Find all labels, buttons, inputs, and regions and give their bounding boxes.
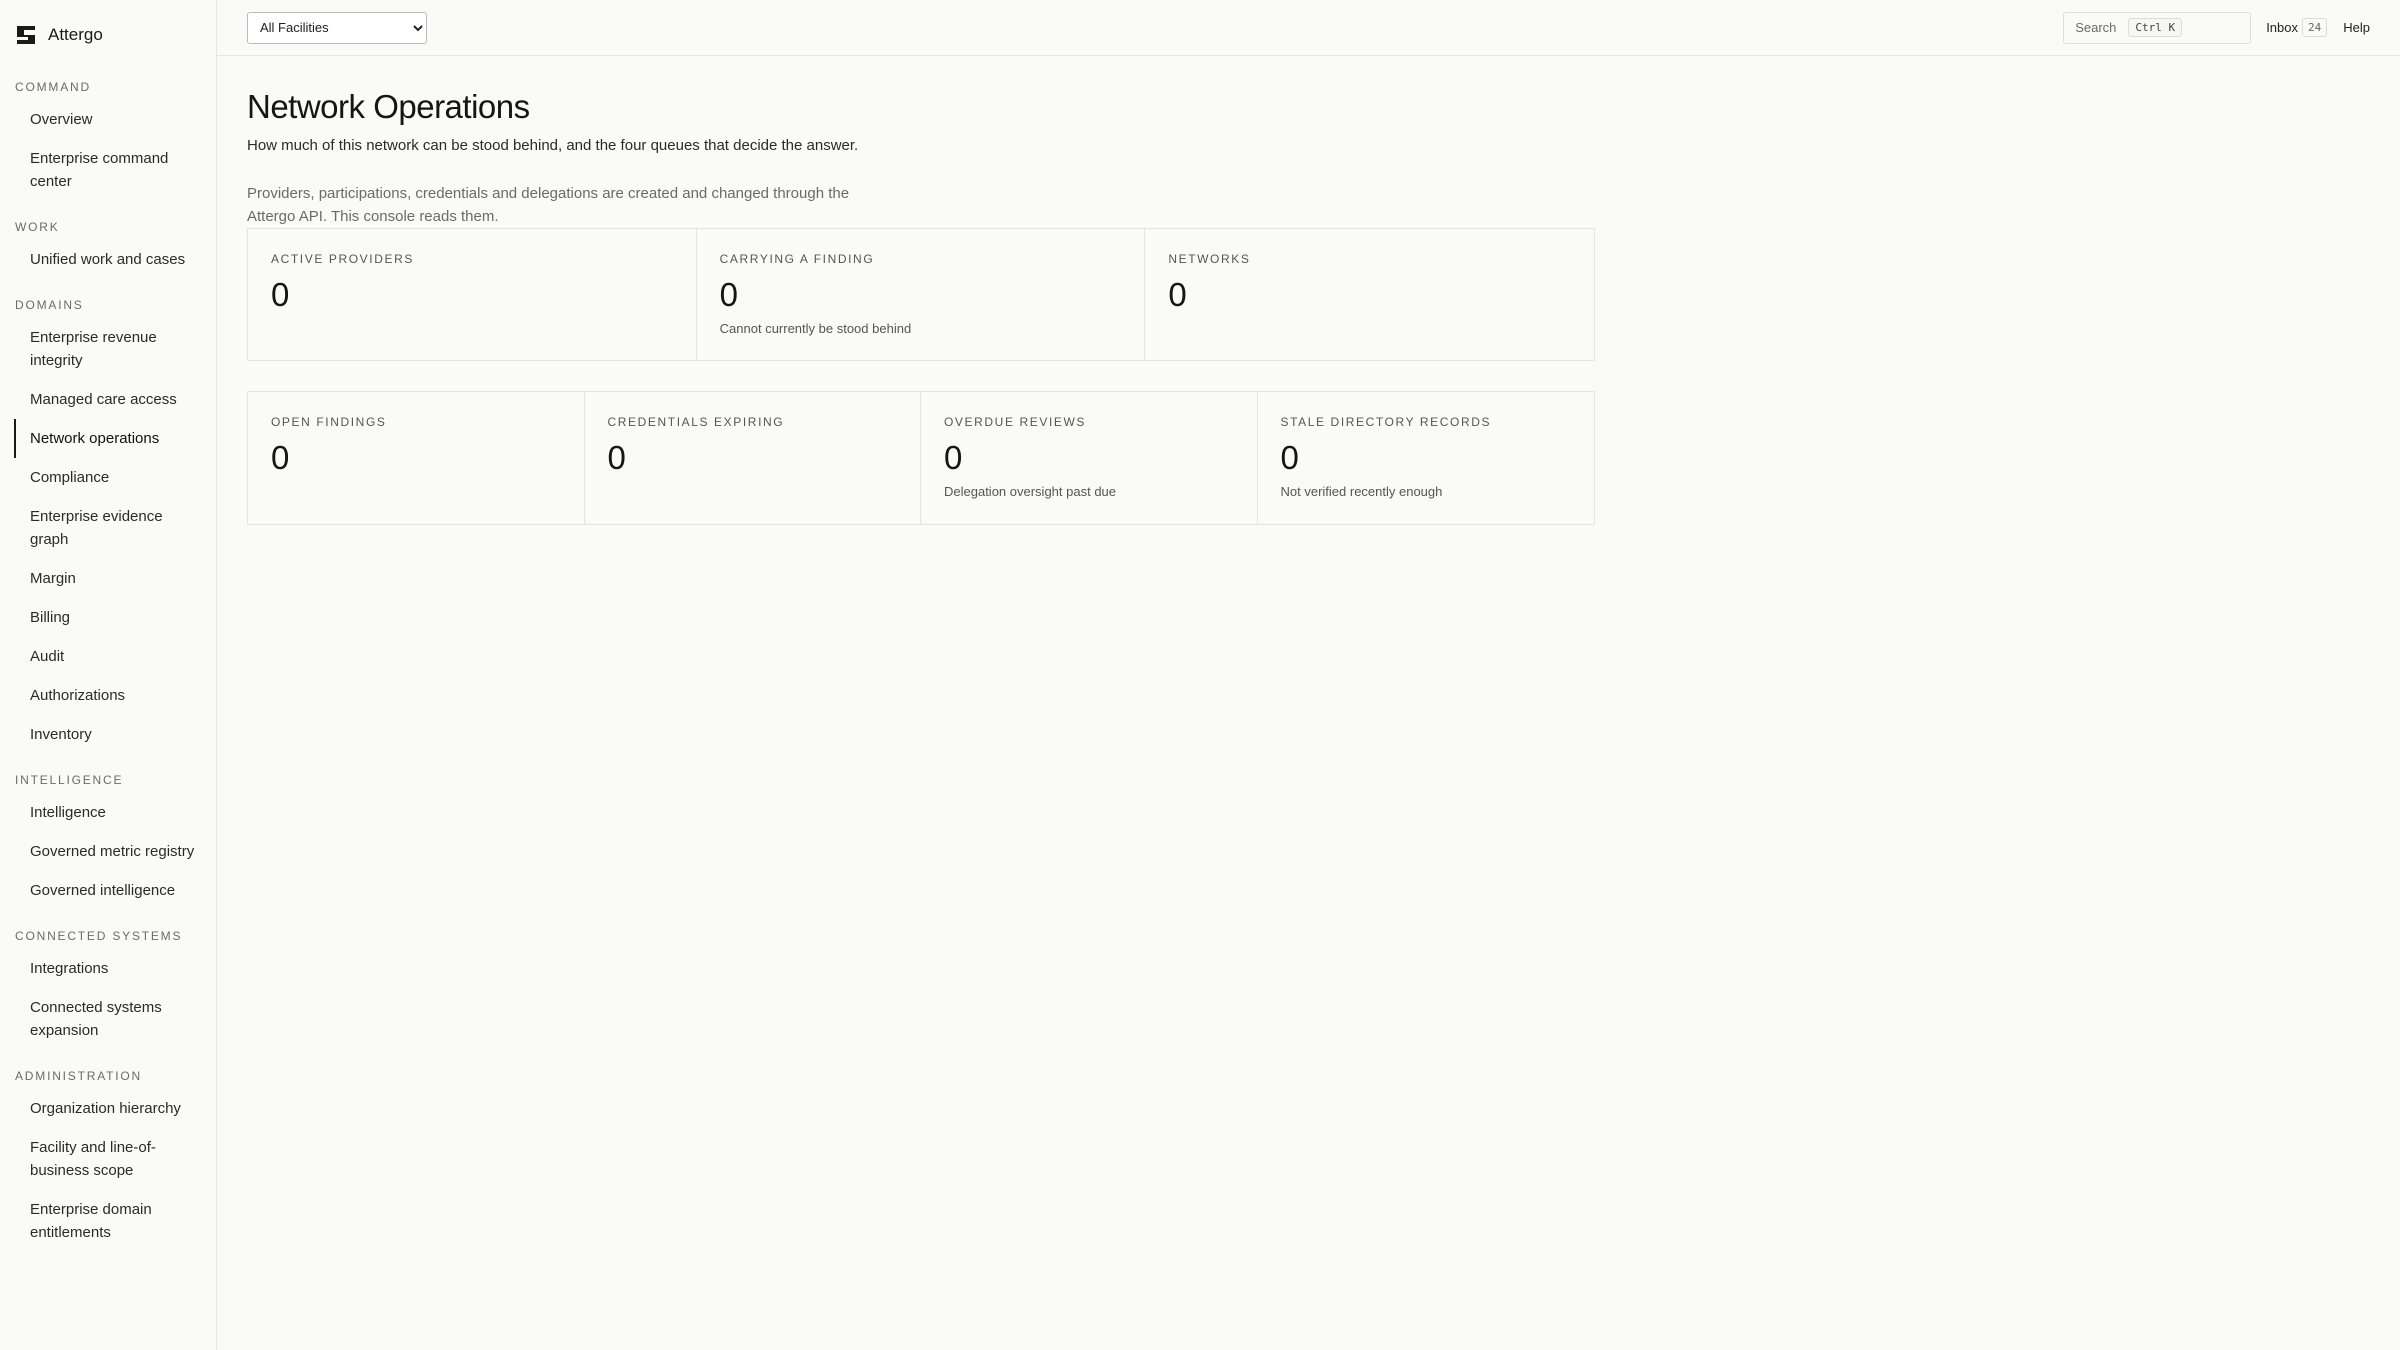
sidebar-item-connected-systems-expansion[interactable]: Connected systems expansion [14,988,216,1050]
sidebar-section-command: COMMAND [15,80,91,94]
queue-stats: OPEN FINDINGS 0 CREDENTIALS EXPIRING 0 OVERD… [247,391,1595,525]
sidebar-nav: COMMAND Overview Enterprise command center… [14,70,216,1252]
sidebar-group-work: Unified work and cases [14,240,216,279]
topbar: All Facilities Search Ctrl K Inbox 24 He… [217,0,2400,56]
sidebar-item-unified-work-and-cases[interactable]: Unified work and cases [14,240,216,279]
api-note: Providers, participations, credentials a… [247,185,850,225]
sidebar-item-enterprise-evidence-graph[interactable]: Enterprise evidence graph [14,497,216,559]
sidebar-item-margin[interactable]: Margin [14,559,216,598]
stat-label: NETWORKS [1168,252,1251,266]
stat-card-overdue-reviews: OVERDUE REVIEWS 0 Delegation oversight pas… [921,392,1258,524]
sidebar-item-governed-intelligence[interactable]: Governed intelligence [14,871,216,910]
sidebar-group-connected-systems: Integrations Connected systems expansion [14,949,216,1050]
sidebar-item-enterprise-domain-entitlements[interactable]: Enterprise domain entitlements [14,1190,216,1252]
attergo-logo-icon [17,26,35,44]
sidebar-item-authorizations[interactable]: Authorizations [14,676,216,715]
stat-description: Cannot currently be stood behind [719,321,912,336]
sidebar-item-organization-hierarchy[interactable]: Organization hierarchy [14,1089,216,1128]
sidebar-item-managed-care-access[interactable]: Managed care access [14,380,216,419]
search-input[interactable]: Search Ctrl K [2063,11,2252,44]
sidebar-group-domains: Enterprise revenue integrity Managed care… [14,318,216,754]
stat-card-active-providers: ACTIVE PROVIDERS 0 [248,229,697,360]
facility-select[interactable]: All Facilities [247,11,427,44]
sidebar-item-network-operations[interactable]: Network operations [14,419,216,458]
sidebar-section-domains: DOMAINS [15,298,84,312]
stat-description: Not verified recently enough [1280,484,1443,499]
stat-label: CARRYING A FINDING [719,252,875,266]
sidebar-item-compliance[interactable]: Compliance [14,458,216,497]
search-shortcut-badge: Ctrl K [2128,18,2183,37]
stat-card-carrying-a-finding: CARRYING A FINDING 0 Cannot currently be s… [697,229,1146,360]
app-root: Attergo COMMAND Overview Enterprise comman… [0,0,2400,1350]
stat-description: Delegation oversight past due [944,484,1117,499]
stat-value: 0 [271,439,290,476]
sidebar-item-audit[interactable]: Audit [14,637,216,676]
stat-value: 0 [271,276,290,313]
stat-value: 0 [944,439,963,476]
sidebar-item-enterprise-command-center[interactable]: Enterprise command center [14,139,216,201]
stat-label: OVERDUE REVIEWS [944,415,1087,429]
summary-stats: ACTIVE PROVIDERS 0 CARRYING A FINDING 0 Cann… [247,228,1595,361]
brand[interactable]: Attergo [14,0,216,70]
stat-label: STALE DIRECTORY RECORDS [1280,415,1492,429]
sidebar-section-intelligence: INTELLIGENCE [15,773,124,787]
inbox-button[interactable]: Inbox 24 [2266,18,2328,37]
sidebar-item-facility-and-line-of-business-scope[interactable]: Facility and line-of-business scope [14,1128,216,1190]
stat-label: CREDENTIALS EXPIRING [607,415,785,429]
search-label: Search [2075,20,2117,35]
sidebar-section-administration: ADMINISTRATION [15,1069,142,1083]
inbox-count-badge: 24 [2302,18,2328,37]
sidebar-item-governed-metric-registry[interactable]: Governed metric registry [14,832,216,871]
sidebar-section-connected-systems: CONNECTED SYSTEMS [15,929,183,943]
stat-label: ACTIVE PROVIDERS [271,252,414,266]
sidebar-item-inventory[interactable]: Inventory [14,715,216,754]
stat-value: 0 [607,439,626,476]
stat-card-stale-directory-records: STALE DIRECTORY RECORDS 0 Not verified rec… [1258,392,1595,524]
stat-card-credentials-expiring: CREDENTIALS EXPIRING 0 [585,392,921,524]
sidebar-item-integrations[interactable]: Integrations [14,949,216,988]
stat-value: 0 [1280,439,1299,476]
stat-value: 0 [1168,276,1187,313]
sidebar-group-intelligence: Intelligence Governed metric registry Gove… [14,793,216,910]
sidebar: Attergo COMMAND Overview Enterprise comman… [0,0,217,1350]
inbox-label: Inbox [2266,20,2298,35]
brand-name: Attergo [48,25,103,44]
sidebar-section-work: WORK [15,220,60,234]
main-area: All Facilities Search Ctrl K Inbox 24 He… [217,0,2400,1350]
sidebar-item-intelligence[interactable]: Intelligence [14,793,216,832]
sidebar-item-enterprise-revenue-integrity[interactable]: Enterprise revenue integrity [14,318,216,380]
page-subtitle: How much of this network can be stood be… [247,137,859,154]
sidebar-group-command: Overview Enterprise command center [14,100,216,201]
stat-value: 0 [719,276,739,313]
stat-card-open-findings: OPEN FINDINGS 0 [248,392,585,524]
sidebar-group-administration: Organization hierarchy Facility and line-… [14,1089,216,1252]
stat-label: OPEN FINDINGS [271,415,387,429]
help-link[interactable]: Help [2343,20,2370,35]
page-content: Network Operations How much of this netw… [217,81,2400,525]
stat-card-networks: NETWORKS 0 [1145,229,1594,360]
sidebar-item-billing[interactable]: Billing [14,598,216,637]
page-title: Network Operations [247,88,530,125]
sidebar-item-overview[interactable]: Overview [14,100,216,139]
